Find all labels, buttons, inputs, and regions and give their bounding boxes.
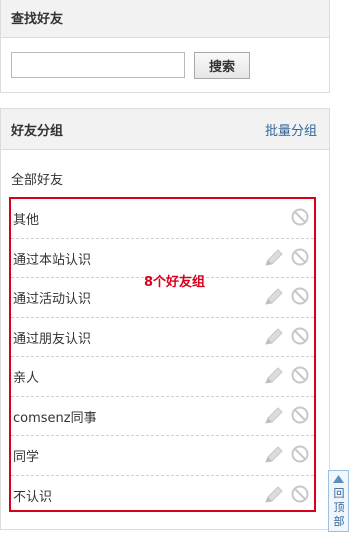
disabled-circle-icon[interactable] [291,406,309,424]
group-list: 其他通过本站认识 通过活动认识 通过朋友认识 亲人 comsenz同事 同学不认识 [11,199,314,515]
disabled-circle-icon[interactable] [291,445,309,463]
group-item: 通过朋友认识 [11,318,314,357]
disabled-circle-icon[interactable] [291,287,309,305]
group-item-label[interactable]: 通过活动认识 [13,288,91,307]
search-panel-title: 查找好友 [11,12,64,27]
group-item-label[interactable]: 通过朋友认识 [13,328,91,347]
group-item-label[interactable]: 通过本站认识 [13,249,91,268]
groups-panel-title: 好友分组 [11,124,64,139]
group-item-label[interactable]: 同学 [13,446,39,465]
search-button[interactable]: 搜索 [194,52,250,79]
group-item-label[interactable]: 其他 [13,209,39,228]
group-item-label[interactable]: 不认识 [13,486,52,505]
group-item-label[interactable]: comsenz同事 [13,407,97,426]
group-item: 亲人 [11,357,314,397]
disabled-circle-icon[interactable] [291,485,309,503]
group-item: comsenz同事 [11,397,314,436]
disabled-circle-icon[interactable] [291,248,309,266]
pencil-icon[interactable] [264,367,284,385]
back-to-top-label: 回顶部 [333,487,345,528]
batch-group-link[interactable]: 批量分组 [265,120,317,139]
group-item: 其他 [11,199,314,239]
friend-groups-panel: 好友分组 批量分组 全部好友 其他通过本站认识 通过活动认识 通过朋友认识 亲人 com… [0,108,330,530]
group-item-label[interactable]: 亲人 [13,367,39,386]
pencil-icon[interactable] [264,248,284,267]
groups-panel-header: 好友分组 批量分组 [1,109,329,150]
group-item: 同学 [11,436,314,476]
disabled-circle-icon[interactable] [291,366,309,384]
pencil-icon[interactable] [264,288,284,306]
group-count-annotation: 8个好友组 [144,275,206,290]
up-arrow-icon [333,475,344,483]
group-list-highlight: 其他通过本站认识 通过活动认识 通过朋友认识 亲人 comsenz同事 同学不认识 [9,197,316,512]
search-panel-header: 查找好友 [1,0,329,38]
search-friends-panel: 查找好友 搜索 [0,0,330,93]
group-item: 不认识 [11,476,314,516]
pencil-icon[interactable] [264,327,284,346]
pencil-icon[interactable] [264,446,284,464]
search-input[interactable] [11,52,185,78]
back-to-top-button[interactable]: 回顶部 [328,470,349,532]
pencil-icon[interactable] [264,485,284,504]
pencil-icon[interactable] [264,406,284,425]
all-friends-link[interactable]: 全部好友 [11,169,63,188]
disabled-circle-icon[interactable] [291,208,309,226]
disabled-circle-icon[interactable] [291,327,309,345]
